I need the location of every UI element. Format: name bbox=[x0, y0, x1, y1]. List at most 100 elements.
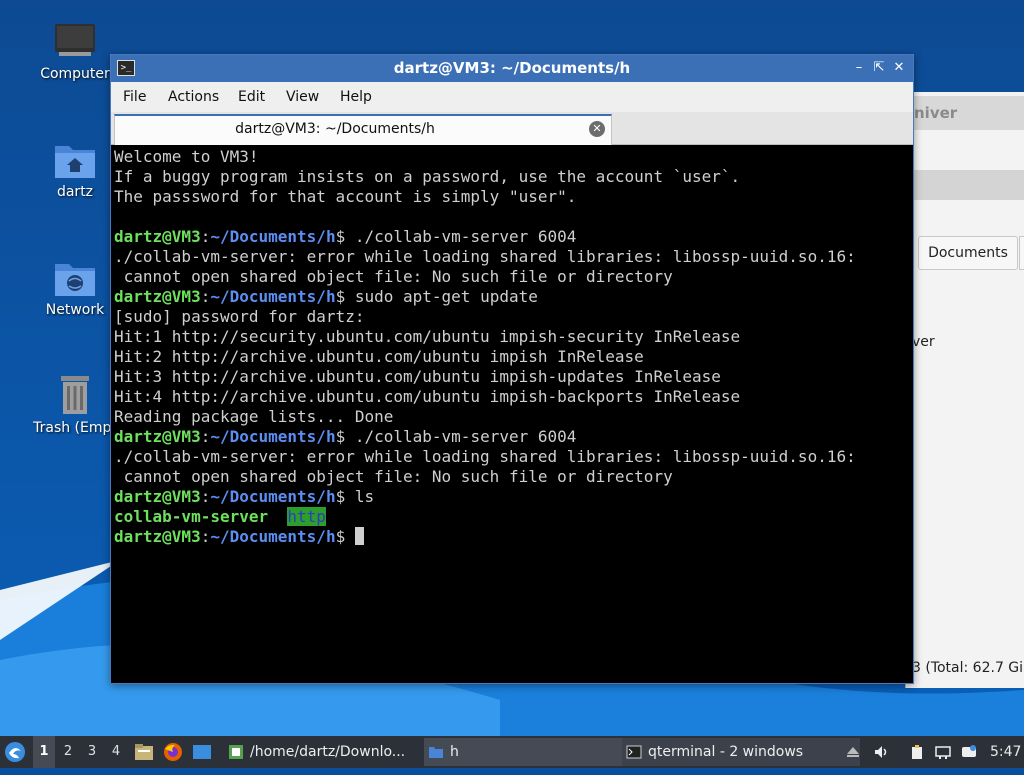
terminal-line: [sudo] password for dartz: bbox=[114, 307, 365, 326]
prompt-path: ~/Documents/h bbox=[210, 287, 336, 306]
terminal-line: Reading package lists... Done bbox=[114, 407, 394, 426]
task-qterminal[interactable]: qterminal - 2 windows bbox=[622, 738, 860, 766]
file-item-label[interactable]: ver bbox=[912, 334, 935, 350]
terminal-tab[interactable]: dartz@VM3: ~/Documents/h ✕ bbox=[114, 114, 612, 145]
prompt-user: dartz@VM3 bbox=[114, 227, 201, 246]
background-window-title: niver bbox=[914, 104, 958, 122]
clipboard-icon[interactable] bbox=[909, 744, 925, 760]
terminal-output[interactable]: Welcome to VM3! If a buggy program insist… bbox=[114, 147, 910, 679]
command-text: ./collab-vm-server 6004 bbox=[354, 427, 577, 446]
prompt-sign: $ bbox=[335, 287, 355, 306]
menu-actions[interactable]: Actions bbox=[168, 89, 219, 105]
prompt-user: dartz@VM3 bbox=[114, 427, 201, 446]
trash-icon bbox=[61, 376, 89, 414]
start-menu-button[interactable] bbox=[4, 736, 28, 768]
workspace-4[interactable]: 4 bbox=[105, 736, 127, 768]
notification-icon[interactable] bbox=[961, 744, 977, 760]
task-label: qterminal - 2 windows bbox=[648, 744, 804, 760]
terminal-prompt-line: dartz@VM3:~/Documents/h$ sudo apt-get up… bbox=[114, 287, 910, 307]
background-window-titlebar[interactable]: niver bbox=[906, 96, 1024, 130]
lxqt-logo-icon bbox=[5, 742, 25, 762]
firefox-icon bbox=[164, 743, 182, 761]
terminal-line: Welcome to VM3! bbox=[114, 147, 259, 166]
task-file-manager[interactable]: /home/dartz/Downlo... bbox=[224, 738, 442, 766]
terminal-line: ./collab-vm-server: error while loading … bbox=[114, 247, 856, 266]
folder-icon bbox=[429, 747, 443, 758]
prompt-path: ~/Documents/h bbox=[210, 427, 336, 446]
terminal-line: Hit:2 http://archive.ubuntu.com/ubuntu i… bbox=[114, 347, 644, 366]
prompt-colon: : bbox=[200, 287, 211, 306]
background-window-titlebar-2[interactable] bbox=[906, 170, 1024, 200]
prompt-sign: $ bbox=[335, 527, 355, 546]
terminal-prompt-line: dartz@VM3:~/Documents/h$ ls bbox=[114, 487, 910, 507]
prompt-colon: : bbox=[200, 487, 211, 506]
quicklaunch-firefox[interactable] bbox=[163, 736, 185, 768]
task-folder-h[interactable]: h bbox=[424, 738, 642, 766]
terminal-line: cannot open shared object file: No such … bbox=[114, 267, 673, 286]
workspace-1[interactable]: 1 bbox=[33, 736, 55, 768]
volume-icon[interactable] bbox=[873, 744, 889, 760]
terminal-line: Hit:4 http://archive.ubuntu.com/ubuntu i… bbox=[114, 387, 741, 406]
network-icon bbox=[55, 264, 95, 296]
task-label: h bbox=[450, 744, 459, 760]
close-button[interactable]: ✕ bbox=[890, 58, 908, 78]
quicklaunch-show-desktop[interactable] bbox=[192, 736, 214, 768]
terminal-line: ./collab-vm-server: error while loading … bbox=[114, 447, 856, 466]
eject-icon[interactable] bbox=[845, 744, 861, 760]
prompt-path: ~/Documents/h bbox=[210, 227, 336, 246]
terminal-line: The passsword for that account is simply… bbox=[114, 187, 577, 206]
prompt-user: dartz@VM3 bbox=[114, 487, 201, 506]
command-text: sudo apt-get update bbox=[354, 287, 538, 306]
terminal-line: If a buggy program insists on a password… bbox=[114, 167, 741, 186]
terminal-line: cannot open shared object file: No such … bbox=[114, 467, 673, 486]
terminal-icon bbox=[626, 745, 642, 759]
prompt-colon: : bbox=[200, 527, 211, 546]
file-manager-icon bbox=[135, 744, 153, 760]
task-label: /home/dartz/Downlo... bbox=[250, 744, 406, 760]
prompt-colon: : bbox=[200, 427, 211, 446]
window-title: dartz@VM3: ~/Documents/h bbox=[393, 59, 631, 77]
menu-view[interactable]: View bbox=[286, 89, 319, 105]
prompt-path: ~/Documents/h bbox=[210, 487, 336, 506]
background-file-manager-window[interactable]: niver Documents ver 3 (Total: 62.7 GiB bbox=[905, 92, 1024, 688]
tab-label: dartz@VM3: ~/Documents/h bbox=[235, 121, 435, 137]
tab-bar: dartz@VM3: ~/Documents/h ✕ bbox=[111, 112, 913, 145]
ls-output-line: collab-vm-server http bbox=[114, 507, 910, 527]
menu-bar: File Actions Edit View Help bbox=[111, 82, 913, 112]
workspace-3[interactable]: 3 bbox=[81, 736, 103, 768]
maximize-button[interactable]: ⇱ bbox=[870, 58, 888, 78]
terminal-window[interactable]: >_ dartz@VM3: ~/Documents/h – ⇱ ✕ File A… bbox=[110, 54, 914, 684]
prompt-sign: $ bbox=[335, 227, 355, 246]
computer-icon bbox=[55, 24, 95, 56]
prompt-sign: $ bbox=[335, 487, 355, 506]
terminal-prompt-line: dartz@VM3:~/Documents/h$ ./collab-vm-ser… bbox=[114, 427, 910, 447]
home-folder-icon bbox=[55, 146, 95, 178]
terminal-line: Hit:1 http://security.ubuntu.com/ubuntu … bbox=[114, 327, 741, 346]
terminal-line: Hit:3 http://archive.ubuntu.com/ubuntu i… bbox=[114, 367, 721, 386]
menu-file[interactable]: File bbox=[123, 89, 146, 105]
quicklaunch-file-manager[interactable] bbox=[134, 736, 156, 768]
workspace-2[interactable]: 2 bbox=[57, 736, 79, 768]
text-cursor bbox=[354, 527, 364, 545]
prompt-path: ~/Documents/h bbox=[210, 527, 336, 546]
menu-edit[interactable]: Edit bbox=[238, 89, 265, 105]
minimize-button[interactable]: – bbox=[850, 58, 868, 78]
ls-separator bbox=[268, 507, 287, 526]
show-desktop-icon bbox=[193, 745, 211, 759]
menu-help[interactable]: Help bbox=[340, 89, 372, 105]
ls-entry-directory: http bbox=[287, 507, 326, 526]
network-status-icon[interactable] bbox=[935, 744, 951, 760]
terminal-prompt-line: dartz@VM3:~/Documents/h$ bbox=[114, 527, 910, 547]
prompt-user: dartz@VM3 bbox=[114, 287, 201, 306]
path-button[interactable] bbox=[1019, 236, 1024, 270]
prompt-user: dartz@VM3 bbox=[114, 527, 201, 546]
clock[interactable]: 5:47 bbox=[990, 736, 1021, 768]
window-titlebar[interactable]: >_ dartz@VM3: ~/Documents/h – ⇱ ✕ bbox=[111, 55, 913, 82]
command-text: ls bbox=[354, 487, 375, 506]
prompt-colon: : bbox=[200, 227, 211, 246]
ls-entry-executable: collab-vm-server bbox=[114, 507, 269, 526]
tab-close-icon[interactable]: ✕ bbox=[589, 121, 605, 137]
documents-path-button[interactable]: Documents bbox=[918, 236, 1018, 270]
command-text: ./collab-vm-server 6004 bbox=[354, 227, 577, 246]
